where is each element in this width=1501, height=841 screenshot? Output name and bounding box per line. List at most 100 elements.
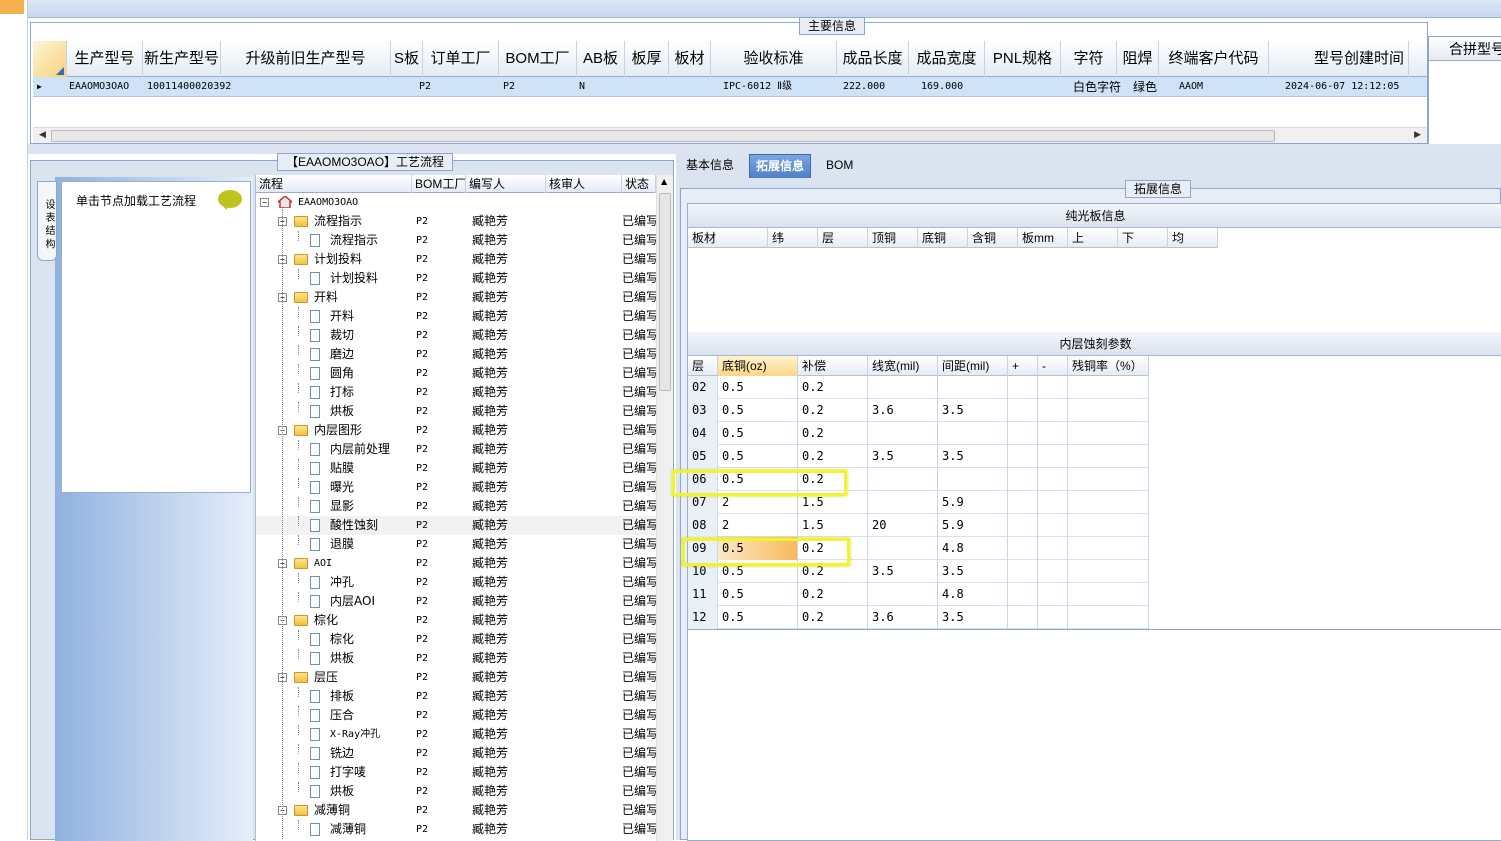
tree-row[interactable]: 排板 P2 臧艳芳 已编写 [256,687,656,706]
tree-row[interactable]: 烘板 P2 臧艳芳 已编写 [256,402,656,421]
plain-col-5[interactable]: 含铜 [968,228,1018,248]
tab-bom[interactable]: BOM [820,154,859,178]
scroll-up-icon[interactable]: ▲ [661,177,667,186]
tab-extended-info[interactable]: 拓展信息 [749,154,812,178]
etch-cell[interactable] [1068,583,1149,606]
etch-cell[interactable]: 3.5 [938,445,1008,468]
etch-row[interactable]: 04 0.5 0.2 [688,422,1149,445]
tree-row[interactable]: 棕化 P2 臧艳芳 已编写 [256,630,656,649]
etch-cell[interactable] [1008,537,1038,560]
tree-col-writer[interactable]: 编写人 [466,175,546,193]
plain-col-4[interactable]: 底铜 [918,228,968,248]
etch-cell[interactable]: 0.2 [798,422,868,445]
etch-cell[interactable]: 03 [688,399,718,422]
plain-col-1[interactable]: 纬 [768,228,818,248]
etch-col-3[interactable]: 线宽(mil) [868,356,938,376]
vertical-tab[interactable]: 设 表 结 构 [37,181,57,261]
tree-row[interactable]: − 计划投料 P2 臧艳芳 已编写 [256,250,656,269]
tree-row[interactable]: − 内层图形 P2 臧艳芳 已编写 [256,421,656,440]
row-header-corner[interactable] [33,41,67,77]
tree-row[interactable]: 内层AOI P2 臧艳芳 已编写 [256,592,656,611]
tree-scroll-thumb[interactable] [659,193,671,391]
etch-col-7[interactable]: 残铜率（%） [1068,356,1149,376]
plain-col-8[interactable]: 下 [1118,228,1168,248]
etch-cell[interactable]: 0.2 [798,399,868,422]
main-col-4[interactable]: 订单工厂 [423,41,499,77]
etch-cell[interactable]: 3.5 [868,445,938,468]
etch-cell[interactable] [1008,468,1038,491]
tree-row[interactable]: 圆角 P2 臧艳芳 已编写 [256,364,656,383]
tree-row[interactable]: 减薄铜 P2 臧艳芳 已编写 [256,820,656,839]
tree-row[interactable]: 退膜 P2 臧艳芳 已编写 [256,535,656,554]
cell-standard[interactable]: IPC-6012 Ⅱ级 [723,77,792,97]
etch-col-0[interactable]: 层 [688,356,718,376]
etch-row[interactable]: 02 0.5 0.2 [688,376,1149,399]
tree-row[interactable]: 内层前处理 P2 臧艳芳 已编写 [256,440,656,459]
etch-cell[interactable]: 3.5 [938,399,1008,422]
etch-cell[interactable] [1038,445,1068,468]
etch-cell[interactable] [1038,514,1068,537]
etch-cell[interactable]: 3.5 [938,560,1008,583]
tree-row[interactable]: 烘板 P2 臧艳芳 已编写 [256,782,656,801]
plain-col-9[interactable]: 均 [1168,228,1218,248]
etch-cell[interactable] [1008,399,1038,422]
etch-cell[interactable] [1008,445,1038,468]
plain-col-2[interactable]: 层 [818,228,868,248]
main-col-7[interactable]: 板厚 [625,41,669,77]
etch-cell[interactable] [1068,376,1149,399]
tree-row[interactable]: − 开料 P2 臧艳芳 已编写 [256,288,656,307]
etch-cell[interactable]: 11 [688,583,718,606]
etch-cell[interactable] [1068,468,1149,491]
etch-cell[interactable]: 0.5 [718,422,798,445]
etch-cell[interactable] [938,422,1008,445]
etch-cell[interactable] [868,422,938,445]
tree-row[interactable]: 冲孔 P2 臧艳芳 已编写 [256,573,656,592]
cell-model[interactable]: EAAOMO3OAO [69,77,129,97]
cell-length[interactable]: 222.000 [843,77,885,97]
etch-cell[interactable]: 0.2 [798,606,868,629]
tree-row[interactable]: − 层压 P2 臧艳芳 已编写 [256,668,656,687]
main-col-13[interactable]: 字符 [1061,41,1117,77]
main-grid-row[interactable]: ▶ EAAOMO3OAO 10011400020392 P2 P2 N IPC-… [33,77,1427,97]
etch-cell[interactable]: 0.2 [798,583,868,606]
etch-col-6[interactable]: - [1038,356,1068,376]
etch-row[interactable]: 11 0.5 0.2 4.8 [688,583,1149,606]
etch-cell[interactable] [1038,376,1068,399]
main-col-11[interactable]: 成品宽度 [909,41,985,77]
etch-cell[interactable]: 5.9 [938,491,1008,514]
tree-row[interactable]: 打标 P2 臧艳芳 已编写 [256,383,656,402]
tab-basic-info[interactable]: 基本信息 [680,154,740,178]
cell-new-model[interactable]: 10011400020392 [147,77,231,97]
tree-row[interactable]: 铣边 P2 臧艳芳 已编写 [256,744,656,763]
tree-row[interactable]: 流程指示 P2 臧艳芳 已编写 [256,231,656,250]
etch-cell[interactable]: 04 [688,422,718,445]
etch-cell[interactable] [1038,606,1068,629]
etch-cell[interactable] [1008,583,1038,606]
etch-cell[interactable] [1038,560,1068,583]
main-col-5[interactable]: BOM工厂 [499,41,577,77]
main-col-3[interactable]: S板 [391,41,423,77]
etch-cell[interactable] [868,583,938,606]
plain-col-3[interactable]: 顶铜 [868,228,918,248]
etch-cell[interactable]: 02 [688,376,718,399]
etch-cell[interactable] [1038,422,1068,445]
main-col-2[interactable]: 升级前旧生产型号 [221,41,391,77]
tree-row[interactable]: 贴膜 P2 臧艳芳 已编写 [256,459,656,478]
tree-row[interactable]: − AOI P2 臧艳芳 已编写 [256,554,656,573]
cell-width[interactable]: 169.000 [921,77,963,97]
tree-col-reviewer[interactable]: 核审人 [546,175,622,193]
tree-row[interactable]: 打字唛 P2 臧艳芳 已编写 [256,763,656,782]
etch-cell[interactable]: 0.2 [798,376,868,399]
main-col-12[interactable]: PNL规格 [985,41,1061,77]
main-col-8[interactable]: 板材 [669,41,711,77]
etch-cell[interactable] [938,468,1008,491]
main-col-16[interactable]: 型号创建时间 [1269,41,1409,77]
main-grid-hscrollbar[interactable]: ◀ ▶ [33,127,1427,143]
plain-col-7[interactable]: 上 [1068,228,1118,248]
etch-cell[interactable]: 4.8 [938,583,1008,606]
tree-row[interactable]: 计划投料 P2 臧艳芳 已编写 [256,269,656,288]
tree-row-root[interactable]: − EAAOMO3OAO [256,193,656,212]
tree-row[interactable]: 裁切 P2 臧艳芳 已编写 [256,326,656,345]
etch-cell[interactable]: 0.5 [718,376,798,399]
etch-cell[interactable] [1068,606,1149,629]
